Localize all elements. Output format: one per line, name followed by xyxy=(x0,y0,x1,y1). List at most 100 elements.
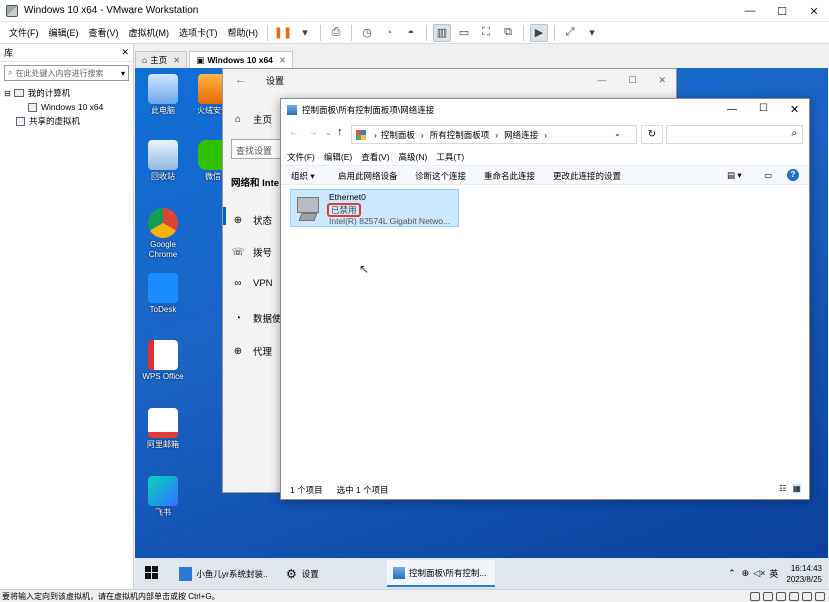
menu-tools[interactable]: 工具(T) xyxy=(436,151,464,163)
back-arrow-icon[interactable]: ← xyxy=(235,74,246,86)
chevron-down-icon[interactable]: ▾ xyxy=(296,24,314,42)
chevron-down-icon[interactable]: ▾ xyxy=(583,24,601,42)
maximize-icon[interactable]: ☐ xyxy=(759,103,768,114)
help-icon[interactable]: ? xyxy=(787,169,799,181)
unity-icon[interactable]: ⧉ xyxy=(499,24,517,42)
menu-advanced[interactable]: 高级(N) xyxy=(399,151,428,163)
settings-nav-data-usage[interactable]: ◔ 数据使 xyxy=(231,311,282,326)
usb-icon[interactable] xyxy=(789,591,799,601)
minimize-icon[interactable]: — xyxy=(597,75,606,85)
guest-desktop[interactable]: 此电脑 火绒安全 回收站 微信 Google Chrome ToDesk WPS… xyxy=(135,68,828,589)
close-icon[interactable]: ✕ xyxy=(797,0,829,22)
details-view-icon[interactable]: ☷ xyxy=(779,484,786,493)
refresh-icon[interactable]: ↻ xyxy=(641,125,663,144)
ime-indicator[interactable]: 英 xyxy=(769,567,778,580)
view-options-icon[interactable]: ▤ ▾ xyxy=(727,170,742,181)
sidebar-toggle-icon[interactable]: ▥ xyxy=(433,23,451,42)
menu-edit[interactable]: 编辑(E) xyxy=(324,151,352,163)
desktop-icon-chrome[interactable]: Google Chrome xyxy=(135,208,191,260)
collapse-icon[interactable]: ⊟ xyxy=(4,89,11,98)
close-icon[interactable]: ✕ xyxy=(279,55,286,66)
desktop-icon-wps[interactable]: WPS Office xyxy=(135,340,191,382)
network-tray-icon[interactable]: ⊕ xyxy=(742,568,750,579)
maximize-icon[interactable]: ☐ xyxy=(765,0,799,22)
chevron-down-icon[interactable]: ▾ xyxy=(121,69,125,78)
chevron-down-icon[interactable]: ⌄ xyxy=(325,128,332,137)
settings-search-input[interactable]: 查找设置 xyxy=(231,139,281,159)
menu-view[interactable]: 查看(V) xyxy=(84,26,124,39)
change-settings-button[interactable]: 更改此连接的设置 xyxy=(553,170,621,182)
cdrom-icon[interactable] xyxy=(763,591,773,601)
desktop-icon-recycle-bin[interactable]: 回收站 xyxy=(135,140,191,182)
close-icon[interactable]: ✕ xyxy=(790,103,799,116)
dialup-icon: ☏ xyxy=(231,246,245,258)
menu-vm[interactable]: 虚拟机(M) xyxy=(124,26,175,39)
close-icon[interactable]: ✕ xyxy=(121,47,129,58)
desktop-icon-alimail[interactable]: 阿里邮箱 xyxy=(135,408,191,450)
menu-file[interactable]: 文件(F) xyxy=(287,151,315,163)
volume-icon[interactable]: ◁× xyxy=(753,568,765,579)
menu-tabs[interactable]: 选项卡(T) xyxy=(174,26,223,39)
pause-icon[interactable]: ❚❚ xyxy=(274,24,292,42)
breadcrumb-item[interactable]: 控制面板 xyxy=(381,129,415,141)
breadcrumb-item[interactable]: 所有控制面板项 xyxy=(430,129,490,141)
menu-file[interactable]: 文件(F) xyxy=(4,26,44,39)
chevron-down-icon[interactable]: ⌄ xyxy=(614,129,621,138)
diagnose-button[interactable]: 诊断这个连接 xyxy=(415,170,466,182)
network-search-input[interactable]: ⌕ xyxy=(666,125,803,144)
minimize-icon[interactable]: — xyxy=(733,0,767,22)
desktop-icon-this-pc[interactable]: 此电脑 xyxy=(135,74,191,116)
clock[interactable]: 16:14:43 2023/8/25 xyxy=(786,563,822,585)
fullscreen-icon[interactable]: ⛶ xyxy=(477,24,495,42)
enable-device-button[interactable]: 启用此网络设备 xyxy=(338,170,398,182)
desktop-icon-todesk[interactable]: ToDesk xyxy=(135,273,191,315)
network-adapter-status-icon[interactable] xyxy=(776,591,786,601)
start-button[interactable] xyxy=(145,566,158,579)
tab-windows10[interactable]: ▣ Windows 10 x64 ✕ xyxy=(189,51,294,68)
chevron-up-icon[interactable]: ⌃ xyxy=(728,568,736,579)
maximize-icon[interactable]: ☐ xyxy=(628,75,636,86)
taskbar-item-installer[interactable]: 小鱼儿yr系统封装... xyxy=(173,560,273,587)
close-icon[interactable]: ✕ xyxy=(173,55,180,66)
tree-item-my-computer[interactable]: ⊟ 我的计算机 xyxy=(4,86,129,100)
settings-home[interactable]: ⌂ 主页 xyxy=(231,112,272,127)
hdd-icon[interactable] xyxy=(750,591,760,601)
menu-edit[interactable]: 编辑(E) xyxy=(44,26,84,39)
taskbar-item-settings[interactable]: ⚙ 设置 xyxy=(280,560,380,587)
close-icon[interactable]: ✕ xyxy=(658,75,666,86)
tab-home[interactable]: ⌂ 主页 ✕ xyxy=(135,51,188,68)
tiles-view-icon[interactable]: ▦ xyxy=(793,484,801,493)
tree-item-windows10[interactable]: Windows 10 x64 xyxy=(4,100,129,114)
settings-nav-proxy[interactable]: ⊕ 代理 xyxy=(231,344,272,359)
adapter-ethernet0[interactable]: Ethernet0 已禁用 Intel(R) 82574L Gigabit Ne… xyxy=(290,189,459,227)
rename-button[interactable]: 重命名此连接 xyxy=(484,170,535,182)
forward-arrow-icon[interactable]: → xyxy=(308,127,318,138)
display-icon[interactable] xyxy=(815,591,825,601)
settings-nav-status[interactable]: ⊕ 状态 xyxy=(231,213,272,228)
library-search-input[interactable]: ⌕ 在此处键入内容进行搜索 ▾ xyxy=(4,65,129,81)
taskbar-item-network[interactable]: 控制面板\所有控制... xyxy=(387,560,495,587)
console-view-icon[interactable]: ▭ xyxy=(455,24,473,42)
menu-view[interactable]: 查看(V) xyxy=(361,151,389,163)
minimize-icon[interactable]: — xyxy=(727,104,737,115)
send-keys-icon[interactable]: ⎙ xyxy=(327,24,345,42)
menu-help[interactable]: 帮助(H) xyxy=(223,26,264,39)
snapshot-manager-icon[interactable]: ◓ xyxy=(402,24,420,42)
stretch-icon[interactable]: ⤢ xyxy=(561,24,579,42)
up-arrow-icon[interactable]: ↑ xyxy=(337,126,343,138)
breadcrumb-item[interactable]: 网络连接 xyxy=(504,129,538,141)
terminal-icon[interactable]: ▶ xyxy=(530,23,548,42)
desktop-icon-feishu[interactable]: 飞书 xyxy=(135,476,191,518)
revert-snapshot-icon[interactable]: ◔ xyxy=(380,24,398,42)
snapshot-icon[interactable]: ◷ xyxy=(358,24,376,42)
back-arrow-icon[interactable]: ← xyxy=(289,127,299,138)
nav-label: VPN xyxy=(253,278,273,289)
preview-pane-icon[interactable]: ▭ xyxy=(764,170,772,181)
network-connections-window[interactable]: 控制面板\所有控制面板项\网络连接 — ☐ ✕ ← → ⌄ ↑ › 控制面板 ›… xyxy=(280,98,810,500)
settings-nav-dialup[interactable]: ☏ 拨号 xyxy=(231,245,272,260)
address-bar[interactable]: › 控制面板 › 所有控制面板项 › 网络连接 › ⌄ xyxy=(351,125,637,144)
sound-icon[interactable] xyxy=(802,591,812,601)
settings-nav-vpn[interactable]: ∞ VPN xyxy=(231,278,273,289)
tree-item-shared[interactable]: 共享的虚拟机 xyxy=(4,114,129,128)
organize-button[interactable]: 组织 ▾ xyxy=(291,170,315,182)
